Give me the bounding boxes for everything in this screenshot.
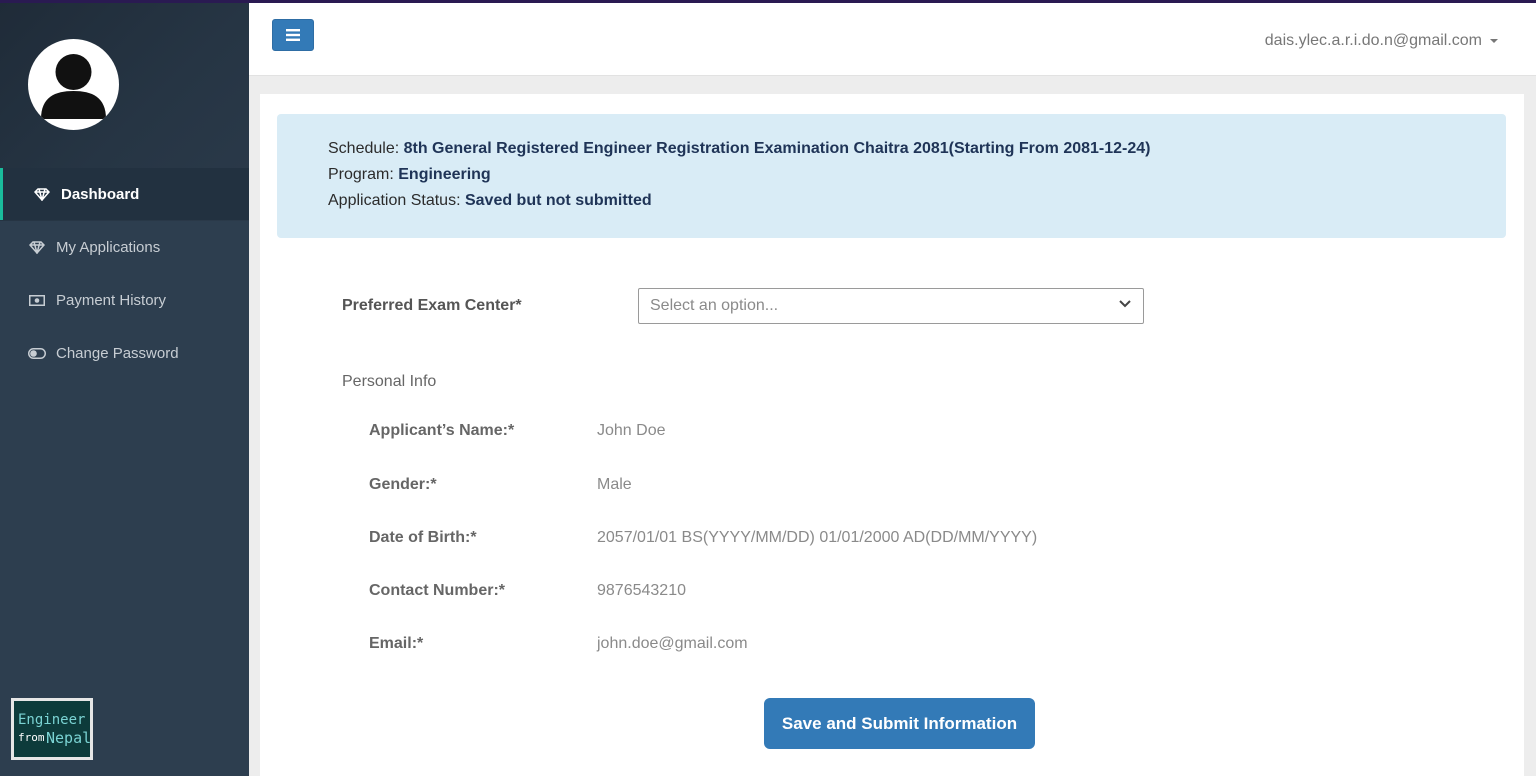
main-content: Schedule: 8th General Registered Enginee… [260, 94, 1524, 776]
diamond-icon [28, 240, 46, 254]
schedule-value: 8th General Registered Engineer Registra… [403, 140, 1151, 157]
sidebar-item-label: Dashboard [61, 185, 140, 203]
top-header: dais.ylec.a.r.i.do.n@gmail.com [249, 3, 1536, 76]
toggle-icon [28, 346, 46, 360]
email-label: Email:* [369, 635, 424, 652]
contact-number-label: Contact Number:* [369, 582, 506, 599]
sidebar-item-label: Change Password [56, 344, 179, 362]
logo-from: from [18, 731, 45, 744]
schedule-line: Schedule: 8th General Registered Enginee… [328, 136, 1455, 162]
caret-down-icon [1490, 39, 1498, 43]
contact-number-value: 9876543210 [597, 582, 686, 599]
exam-center-label: Preferred Exam Center* [342, 297, 522, 314]
user-menu[interactable]: dais.ylec.a.r.i.do.n@gmail.com [1265, 32, 1498, 50]
gender-label: Gender:* [369, 476, 437, 493]
user-silhouette-icon [41, 54, 106, 119]
save-and-submit-button[interactable]: Save and Submit Information [764, 698, 1035, 749]
sidebar-toggle-button[interactable] [272, 19, 314, 51]
sidebar-item-my-applications[interactable]: My Applications [0, 221, 249, 273]
status-line: Application Status: Saved but not submit… [328, 188, 1455, 214]
program-value: Engineering [398, 166, 491, 183]
applicant-name-value: John Doe [597, 422, 666, 439]
status-value: Saved but not submitted [464, 192, 652, 209]
user-email: dais.ylec.a.r.i.do.n@gmail.com [1264, 32, 1482, 49]
application-info-alert: Schedule: 8th General Registered Enginee… [277, 114, 1506, 238]
personal-info-heading: Personal Info [342, 373, 437, 390]
sidebar-item-label: Payment History [56, 291, 167, 309]
status-label: Application Status: [328, 192, 465, 209]
program-label: Program: [328, 166, 399, 183]
top-border [0, 0, 1536, 3]
schedule-label: Schedule: [328, 140, 404, 157]
sidebar-item-change-password[interactable]: Change Password [0, 327, 249, 379]
dob-label: Date of Birth:* [369, 529, 477, 546]
logo-line-1: Engineer [18, 712, 86, 728]
hamburger-icon [286, 29, 300, 41]
money-icon [28, 293, 46, 307]
logo-line-2: Nepal [46, 729, 92, 747]
dob-value: 2057/01/01 BS(YYYY/MM/DD) 01/01/2000 AD(… [597, 529, 1038, 546]
sidebar-item-payment-history[interactable]: Payment History [0, 274, 249, 326]
sidebar-item-label: My Applications [56, 238, 161, 256]
engineer-from-nepal-logo: Engineer from Nepal [11, 698, 93, 760]
sidebar-item-dashboard[interactable]: Dashboard [0, 168, 249, 220]
gender-value: Male [597, 476, 632, 493]
diamond-icon [33, 187, 51, 201]
exam-center-placeholder: Select an option... [650, 297, 779, 314]
program-line: Program: Engineering [328, 162, 1455, 188]
chevron-down-icon [1119, 300, 1131, 308]
email-value: john.doe@gmail.com [597, 635, 748, 652]
exam-center-select[interactable]: Select an option... [638, 288, 1144, 324]
sidebar: Dashboard My Applications Payment Histor… [0, 0, 249, 776]
avatar[interactable] [28, 39, 119, 130]
applicant-name-label: Applicant’s Name:* [369, 422, 515, 439]
